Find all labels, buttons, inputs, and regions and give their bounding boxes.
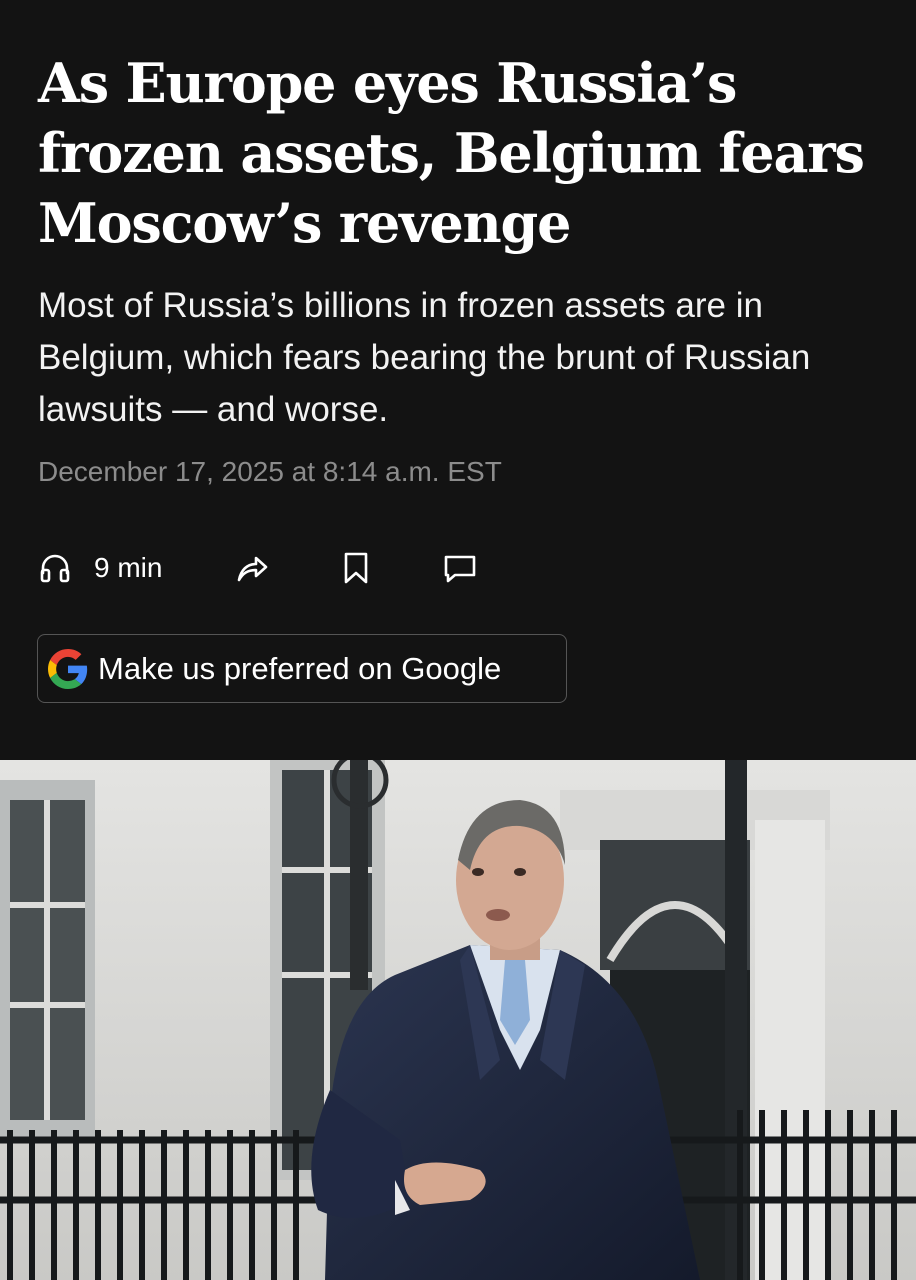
publish-date: December 17, 2025 at 8:14 a.m. EST: [38, 456, 502, 487]
share-arrow-icon: [237, 556, 268, 582]
google-preferred-button[interactable]: Make us preferred on Google: [37, 634, 567, 703]
comment-icon: [444, 555, 476, 583]
lead-photo: [0, 760, 916, 1280]
google-preferred-label: Make us preferred on Google: [98, 650, 502, 686]
article-dek: Most of Russia’s billions in frozen asse…: [38, 286, 811, 429]
save-button[interactable]: [340, 540, 372, 596]
google-g-icon: [48, 648, 88, 689]
headline: As Europe eyes Russia’s frozen assets, B…: [38, 51, 865, 255]
article-header: As Europe eyes Russia’s frozen assets, B…: [0, 0, 916, 760]
bookmark-icon: [344, 552, 368, 584]
comments-button[interactable]: [442, 540, 478, 596]
share-button[interactable]: [234, 540, 270, 596]
listen-button[interactable]: 9 min: [38, 540, 162, 596]
lead-photo-illustration: [0, 760, 916, 1280]
headphones-icon: [40, 554, 70, 583]
listen-duration: 9 min: [94, 552, 163, 583]
article-toolbar: 9 min: [38, 540, 518, 596]
